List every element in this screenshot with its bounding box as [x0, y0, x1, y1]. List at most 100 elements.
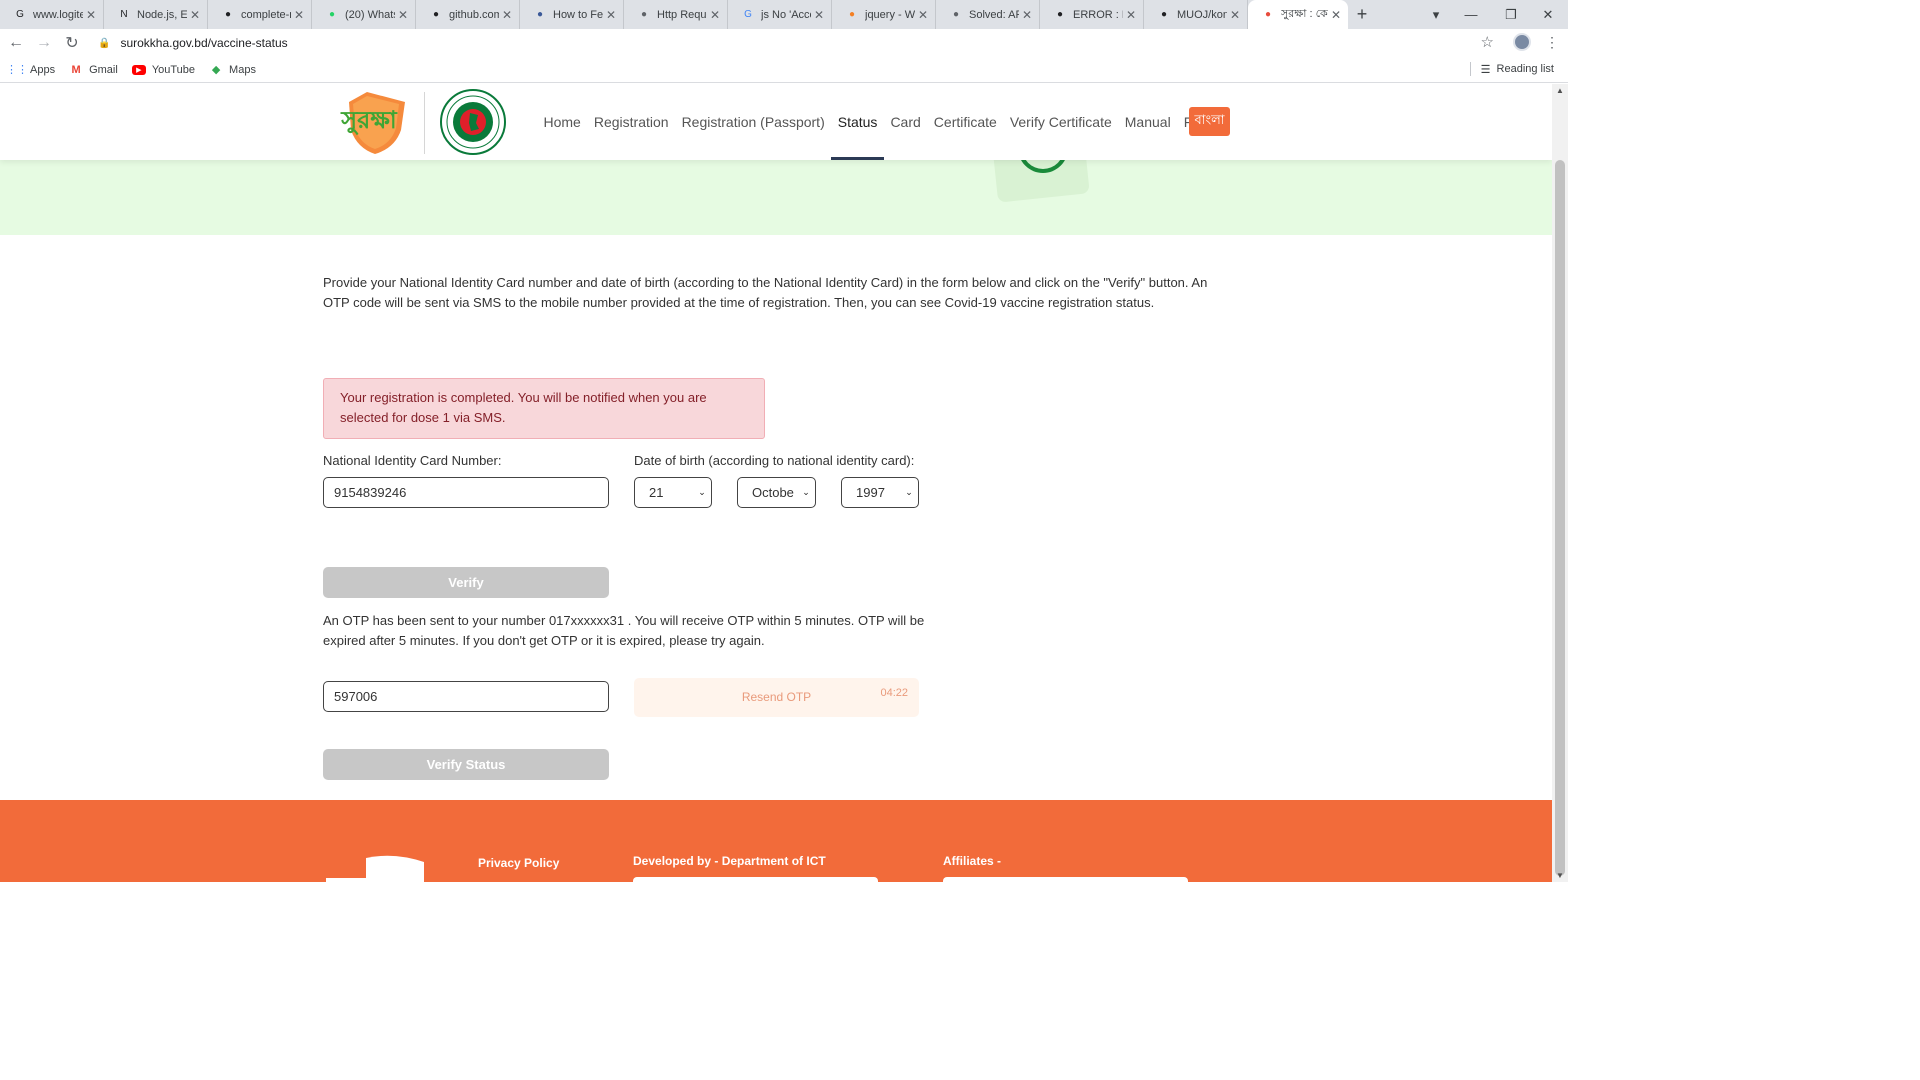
- site-footer: Privacy Policy Developed by - Department…: [0, 800, 1552, 882]
- lock-icon: 🔒: [98, 37, 111, 49]
- reading-list[interactable]: ☰ Reading list: [1469, 62, 1554, 76]
- scroll-up-icon[interactable]: ▲: [1556, 86, 1564, 95]
- logo-text: সুরক্ষা: [340, 106, 397, 135]
- tab-favicon-icon: N: [120, 9, 128, 20]
- browser-tab[interactable]: ● complete-node✕: [208, 0, 312, 29]
- instructions-text: Provide your National Identity Card numb…: [323, 275, 1208, 310]
- affiliate-logos-card: [943, 877, 1188, 882]
- bookmark-label: YouTube: [151, 63, 196, 76]
- tab-favicon-icon: ●: [328, 9, 336, 20]
- youtube-icon: ▶: [131, 64, 146, 75]
- tab-close-icon[interactable]: ✕: [603, 8, 619, 22]
- tab-close-icon[interactable]: ✕: [1019, 8, 1035, 22]
- nav-card[interactable]: Card: [884, 84, 927, 160]
- tab-close-icon[interactable]: ✕: [707, 8, 723, 22]
- profile-avatar[interactable]: [1513, 33, 1531, 51]
- reading-list-label: Reading list: [1496, 63, 1554, 75]
- tab-close-icon[interactable]: ✕: [187, 8, 203, 22]
- browser-tab[interactable]: ● github.com ✕: [416, 0, 520, 29]
- browser-tab[interactable]: ● (20) WhatsApp✕: [312, 0, 416, 29]
- dob-month-select[interactable]: Octobe ⌄: [737, 477, 816, 508]
- verify-button[interactable]: Verify: [323, 567, 609, 598]
- otp-input[interactable]: 597006: [323, 681, 609, 712]
- new-tab-icon[interactable]: +: [1348, 0, 1376, 29]
- browser-tab[interactable]: ● How to Fetch✕: [520, 0, 624, 29]
- tab-close-icon[interactable]: ✕: [395, 8, 411, 22]
- restore-icon[interactable]: ❐: [1491, 0, 1531, 29]
- nav-registration[interactable]: Registration: [587, 84, 675, 160]
- address-bar[interactable]: 🔒 surokkha.gov.bd/vaccine-status ☆: [90, 30, 1504, 56]
- tab-close-icon[interactable]: ✕: [1328, 8, 1344, 22]
- bookmark-apps[interactable]: ⋮⋮ Apps: [6, 63, 56, 77]
- tab-close-icon[interactable]: ✕: [291, 8, 307, 22]
- nav-status[interactable]: Status: [831, 84, 884, 160]
- tab-title: Http Request: [657, 8, 707, 21]
- browser-tab[interactable]: ● ERROR : No✕: [1040, 0, 1144, 29]
- bookmark-youtube[interactable]: ▶ YouTube: [131, 63, 196, 76]
- tab-search-icon[interactable]: ▾: [1416, 0, 1456, 29]
- tab-favicon-icon: ●: [432, 9, 440, 20]
- nav-manual[interactable]: Manual: [1118, 84, 1177, 160]
- tab-title: github.com: [449, 8, 499, 21]
- nav-registration-passport[interactable]: Registration (Passport): [675, 84, 831, 160]
- resend-otp-timer: 04:22: [880, 687, 908, 699]
- surokkha-logo[interactable]: সুরক্ষা: [327, 90, 409, 154]
- bookmark-label: Maps: [229, 63, 256, 76]
- bookmark-maps[interactable]: ◆ Maps: [209, 63, 256, 77]
- privacy-policy-link[interactable]: Privacy Policy: [478, 856, 559, 870]
- tab-favicon-icon: ●: [848, 9, 856, 20]
- browser-tab[interactable]: ● jquery - Why✕: [832, 0, 936, 29]
- close-window-icon[interactable]: ✕: [1528, 0, 1568, 29]
- page-viewport: সুরক্ষা Home Registration Registration (Pa…: [0, 84, 1552, 882]
- tab-close-icon[interactable]: ✕: [1123, 8, 1139, 22]
- chevron-down-icon: ⌄: [905, 487, 913, 497]
- chevron-down-icon: ⌄: [802, 487, 810, 497]
- tab-close-icon[interactable]: ✕: [1227, 8, 1243, 22]
- tab-title: (20) WhatsApp: [345, 8, 395, 21]
- nid-input[interactable]: 9154839246: [323, 477, 609, 508]
- dob-day-value: 21: [649, 485, 664, 500]
- menu-kebab-icon[interactable]: ⋮: [1545, 34, 1559, 51]
- resend-otp-button[interactable]: Resend OTP 04:22: [634, 678, 919, 717]
- tab-close-icon[interactable]: ✕: [811, 8, 827, 22]
- reading-list-icon: ☰: [1480, 63, 1491, 76]
- tab-title: www.logitech: [33, 8, 83, 21]
- bookmark-label: Apps: [30, 63, 56, 76]
- tab-close-icon[interactable]: ✕: [83, 8, 99, 22]
- browser-tab[interactable]: N Node.js, Express✕: [104, 0, 208, 29]
- tab-favicon-icon: G: [16, 9, 24, 20]
- language-toggle-button[interactable]: বাংলা: [1189, 107, 1230, 136]
- gmail-icon: M: [71, 63, 81, 76]
- registration-alert: Your registration is completed. You will…: [323, 378, 765, 439]
- reload-icon[interactable]: ↻: [60, 31, 84, 55]
- bookmark-gmail[interactable]: M Gmail: [69, 63, 117, 77]
- scrollbar-thumb[interactable]: [1555, 160, 1565, 876]
- tab-title: jquery - Why: [865, 8, 915, 21]
- bookmark-star-icon[interactable]: ☆: [1481, 33, 1494, 51]
- verify-status-button[interactable]: Verify Status: [323, 749, 609, 780]
- minimize-icon[interactable]: —: [1451, 0, 1491, 29]
- dob-label: Date of birth (according to national ide…: [634, 453, 915, 468]
- dob-year-select[interactable]: 1997 ⌄: [841, 477, 919, 508]
- tab-active[interactable]: ● সুরক্ষা : কোভিড✕: [1248, 0, 1348, 29]
- forward-icon[interactable]: →: [32, 31, 56, 55]
- browser-tab[interactable]: Gwww.logitech✕: [0, 0, 104, 29]
- tab-close-icon[interactable]: ✕: [499, 8, 515, 22]
- browser-tab[interactable]: ● Solved: API✕: [936, 0, 1040, 29]
- browser-tab[interactable]: ● Http Request✕: [624, 0, 728, 29]
- dob-day-select[interactable]: 21 ⌄: [634, 477, 712, 508]
- scroll-down-icon[interactable]: ▼: [1556, 871, 1564, 880]
- tab-favicon-icon: ●: [952, 9, 960, 20]
- browser-tab[interactable]: Gjs No 'Access✕: [728, 0, 832, 29]
- back-icon[interactable]: ←: [4, 31, 28, 55]
- tab-close-icon[interactable]: ✕: [915, 8, 931, 22]
- nav-home[interactable]: Home: [537, 84, 587, 160]
- main-nav: Home Registration Registration (Passport) S…: [537, 84, 1218, 160]
- dob-year-value: 1997: [856, 485, 885, 500]
- page-scrollbar[interactable]: ▲ ▼: [1552, 84, 1568, 882]
- apps-grid-icon: ⋮⋮: [6, 64, 28, 76]
- nav-certificate[interactable]: Certificate: [927, 84, 1003, 160]
- tab-title: How to Fetch: [553, 8, 603, 21]
- browser-tab[interactable]: ● MUOJ/kontak✕: [1144, 0, 1248, 29]
- nav-verify-certificate[interactable]: Verify Certificate: [1003, 84, 1118, 160]
